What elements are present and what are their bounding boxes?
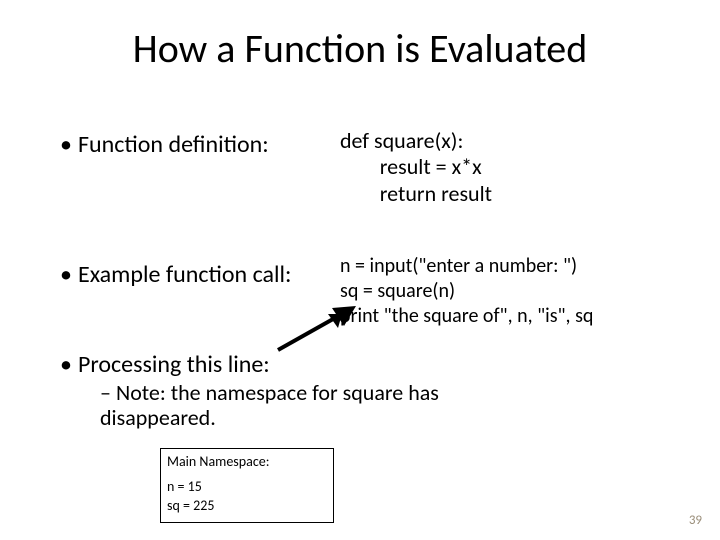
slide-title: How a Function is Evaluated — [0, 24, 720, 73]
bullet-dot-icon: • — [60, 350, 78, 379]
bullet-function-definition: •Function definition: — [60, 130, 269, 159]
sub-note: –Note: the namespace for square has disa… — [100, 380, 520, 431]
namespace-line: sq = 225 — [167, 497, 327, 516]
namespace-header: Main Namespace: — [167, 453, 327, 472]
bullet-text: Example function call: — [78, 260, 291, 289]
page-number: 39 — [689, 513, 702, 528]
slide: How a Function is Evaluated •Function de… — [0, 0, 720, 540]
code-call: n = input("enter a number: ") sq = squar… — [340, 254, 593, 329]
namespace-box: Main Namespace: n = 15 sq = 225 — [160, 448, 334, 523]
bullet-dot-icon: • — [60, 260, 78, 289]
dash-icon: – — [100, 380, 116, 405]
bullet-text: Processing this line: — [78, 350, 270, 379]
bullet-dot-icon: • — [60, 130, 78, 159]
bullet-text: Function definition: — [78, 130, 269, 159]
namespace-line: n = 15 — [167, 478, 327, 497]
arrow-right-icon — [270, 300, 365, 360]
sub-note-text: Note: the namespace for square has disap… — [100, 379, 439, 431]
bullet-processing-line: •Processing this line: — [60, 350, 270, 379]
bullet-example-call: •Example function call: — [60, 260, 291, 289]
code-definition: def square(x): result = x*x return resul… — [340, 128, 492, 207]
